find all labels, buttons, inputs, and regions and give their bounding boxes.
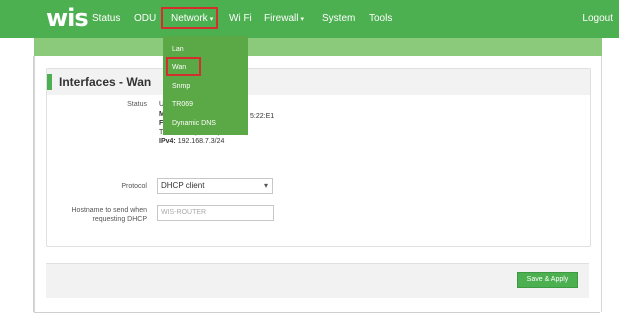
hostname-label: Hostname to send when requesting DHCP xyxy=(40,206,148,224)
ipv4-label: IPv4: xyxy=(159,138,176,145)
chevron-down-icon: ▾ xyxy=(209,16,214,23)
ipv4-value: 192.168.7.3/24 xyxy=(177,138,225,145)
nav-network[interactable]: Network ▾ xyxy=(171,13,213,26)
wis-logo[interactable]: wis xyxy=(46,5,89,31)
menu-item-lan[interactable]: Lan xyxy=(172,45,184,54)
panel-accent-bar xyxy=(47,74,52,90)
content-bottom-border xyxy=(34,300,600,313)
menu-item-snmp[interactable]: Snmp xyxy=(172,82,190,91)
sub-navbar xyxy=(34,38,602,56)
panel-header: Interfaces - Wan xyxy=(47,69,590,95)
menu-item-tr069[interactable]: TR069 xyxy=(172,100,193,109)
top-navbar: wis Status ODU Network ▾ Wi Fi Firewall ▾ … xyxy=(0,0,619,38)
nav-firewall-label: Firewall xyxy=(264,13,299,24)
hostname-label-line-2: requesting DHCP xyxy=(92,216,147,223)
nav-system[interactable]: System xyxy=(322,13,355,25)
hostname-input[interactable]: WIS-ROUTER xyxy=(157,205,274,221)
status-line-2-suffix: 5:22:E1 xyxy=(250,113,275,120)
status-ipv4: IPv4: 192.168.7.3/24 xyxy=(159,137,224,146)
menu-item-dynamic-dns[interactable]: Dynamic DNS xyxy=(172,119,216,128)
protocol-label: Protocol xyxy=(121,183,147,190)
protocol-select[interactable]: DHCP client ▾ xyxy=(157,178,273,194)
status-label: Status xyxy=(127,101,147,108)
nav-tools[interactable]: Tools xyxy=(369,13,392,25)
page-title: Interfaces - Wan xyxy=(59,75,152,89)
chevron-down-icon: ▾ xyxy=(300,16,304,23)
nav-status[interactable]: Status xyxy=(92,13,120,25)
nav-network-label: Network xyxy=(171,13,208,24)
nav-odu[interactable]: ODU xyxy=(134,13,156,25)
protocol-selected-value: DHCP client xyxy=(161,181,205,190)
chevron-down-icon: ▾ xyxy=(263,181,268,190)
network-dropdown-menu: Lan Wan Snmp TR069 Dynamic DNS xyxy=(163,36,248,135)
hostname-label-line-1: Hostname to send when xyxy=(71,207,148,214)
nav-wifi[interactable]: Wi Fi xyxy=(229,13,252,25)
nav-firewall[interactable]: Firewall ▾ xyxy=(264,13,304,26)
footer-bar xyxy=(46,263,589,298)
logout-link[interactable]: Logout xyxy=(582,13,613,24)
wan-highlight-box xyxy=(166,57,201,76)
save-apply-button[interactable]: Save & Apply xyxy=(517,272,578,288)
